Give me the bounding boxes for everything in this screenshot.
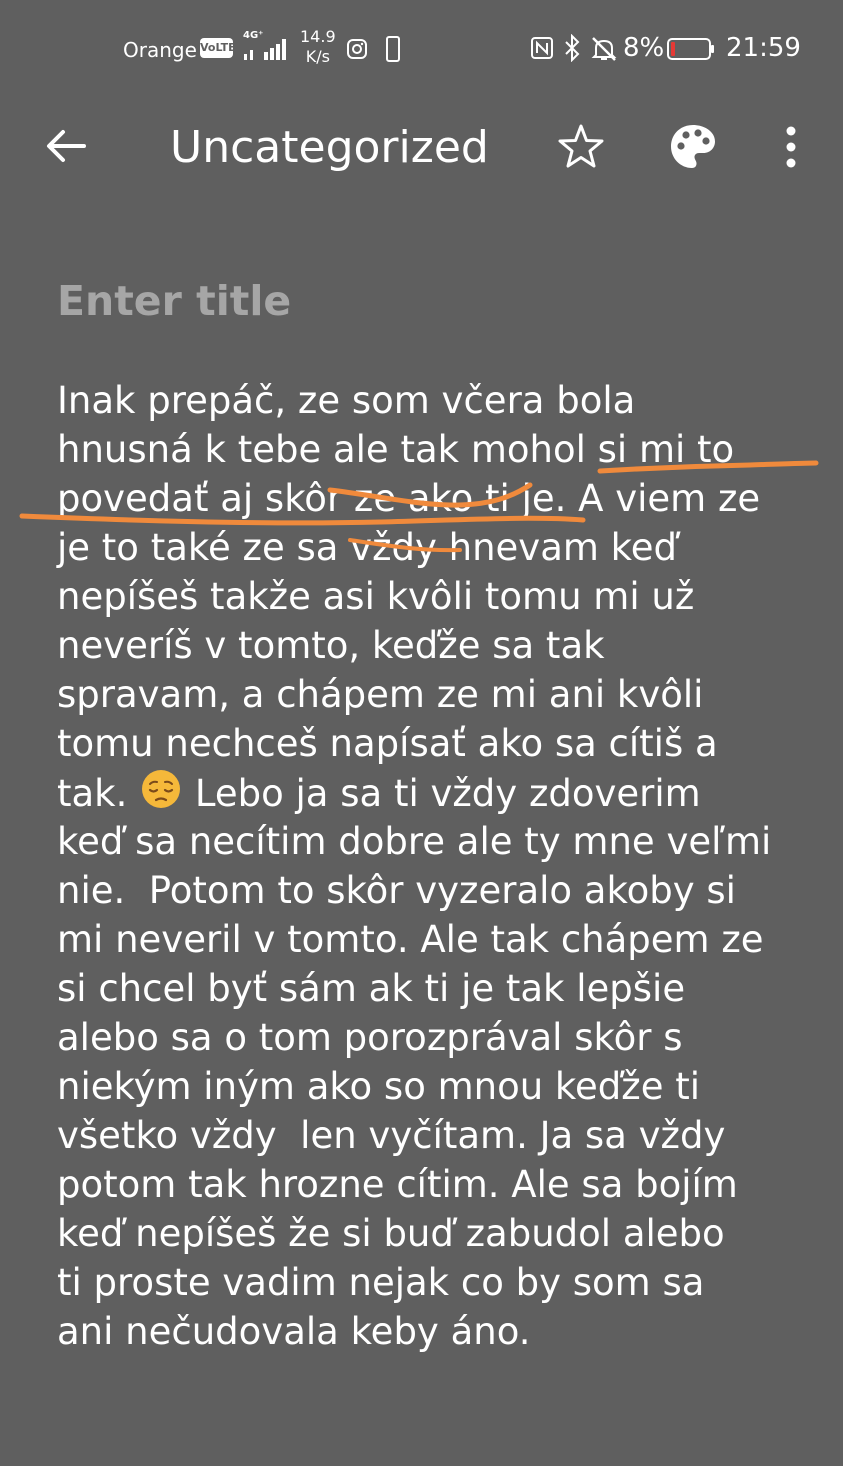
note-line: nepíšeš takže asi kvôli tomu mi už [57, 575, 695, 618]
battery-percent: 8% [623, 33, 665, 63]
note-line: ani nečudovala keby áno. [57, 1310, 531, 1353]
note-line: spravam, a chápem ze mi ani kvôli [57, 673, 704, 716]
network-speed: 14.9 K/s [300, 27, 336, 67]
status-bar: Orange VoLTE 4G⁺ 14.9 K/s 8% 21:59 [0, 0, 843, 100]
instagram-icon [347, 39, 367, 59]
clock: 21:59 [726, 33, 801, 63]
note-line: Inak prepáč, ze som včera bola [57, 379, 636, 422]
note-line: tomu nechceš napísať ako sa cítiš a [57, 722, 718, 765]
nfc-icon [531, 37, 553, 59]
note-line: potom tak hrozne cítim. Ale sa bojím [57, 1163, 738, 1206]
star-icon[interactable] [555, 122, 607, 172]
back-arrow-icon[interactable] [44, 128, 88, 164]
note-title-input[interactable]: Enter title [57, 277, 291, 325]
note-line: niekým iným ako so mnou keďže ti [57, 1065, 701, 1108]
note-line: nie. Potom to skôr vyzeralo akoby si [57, 869, 736, 912]
note-line: všetko vždy len vyčítam. Ja sa vždy [57, 1114, 726, 1157]
note-line: keď nepíšeš že si buď zabudol alebo [57, 1212, 725, 1255]
note-line: alebo sa o tom porozprával skôr s [57, 1016, 683, 1059]
mute-icon [591, 37, 617, 61]
carrier-label: Orange [123, 38, 197, 62]
note-line: je to také ze sa vždy hnevam keď [57, 526, 678, 569]
bluetooth-icon [565, 34, 580, 62]
speed-unit: K/s [305, 47, 330, 66]
battery-icon [667, 38, 714, 60]
note-line: povedať aj skôr ze ako ti je. A viem ze [57, 477, 761, 520]
note-line-rest: Lebo ja sa ti vždy zdoverim [183, 772, 701, 815]
signal-icon [244, 39, 286, 60]
speed-value: 14.9 [300, 27, 336, 46]
note-line: ti proste vadim nejak co by som sa [57, 1261, 705, 1304]
note-line: tak. Lebo ja sa ti vždy zdoverim [57, 768, 701, 818]
palette-icon[interactable] [668, 122, 718, 172]
note-line: neveríš v tomto, keďže sa tak [57, 624, 605, 667]
note-line: si chcel byť sám ak ti je tak lepšie [57, 967, 686, 1010]
note-line: hnusná k tebe ale tak mohol si mi to [57, 428, 735, 471]
more-vert-icon[interactable] [778, 124, 804, 170]
pensive-face-emoji [142, 770, 181, 808]
volte-badge: VoLTE [200, 38, 236, 58]
page-title: Uncategorized [170, 122, 489, 173]
note-line-start: tak. [57, 772, 128, 815]
note-line: mi neveril v tomto. Ale tak chápem ze [57, 918, 764, 961]
note-line: keď sa necítim dobre ale ty mne veľmi [57, 820, 772, 863]
phone-icon [386, 36, 400, 62]
